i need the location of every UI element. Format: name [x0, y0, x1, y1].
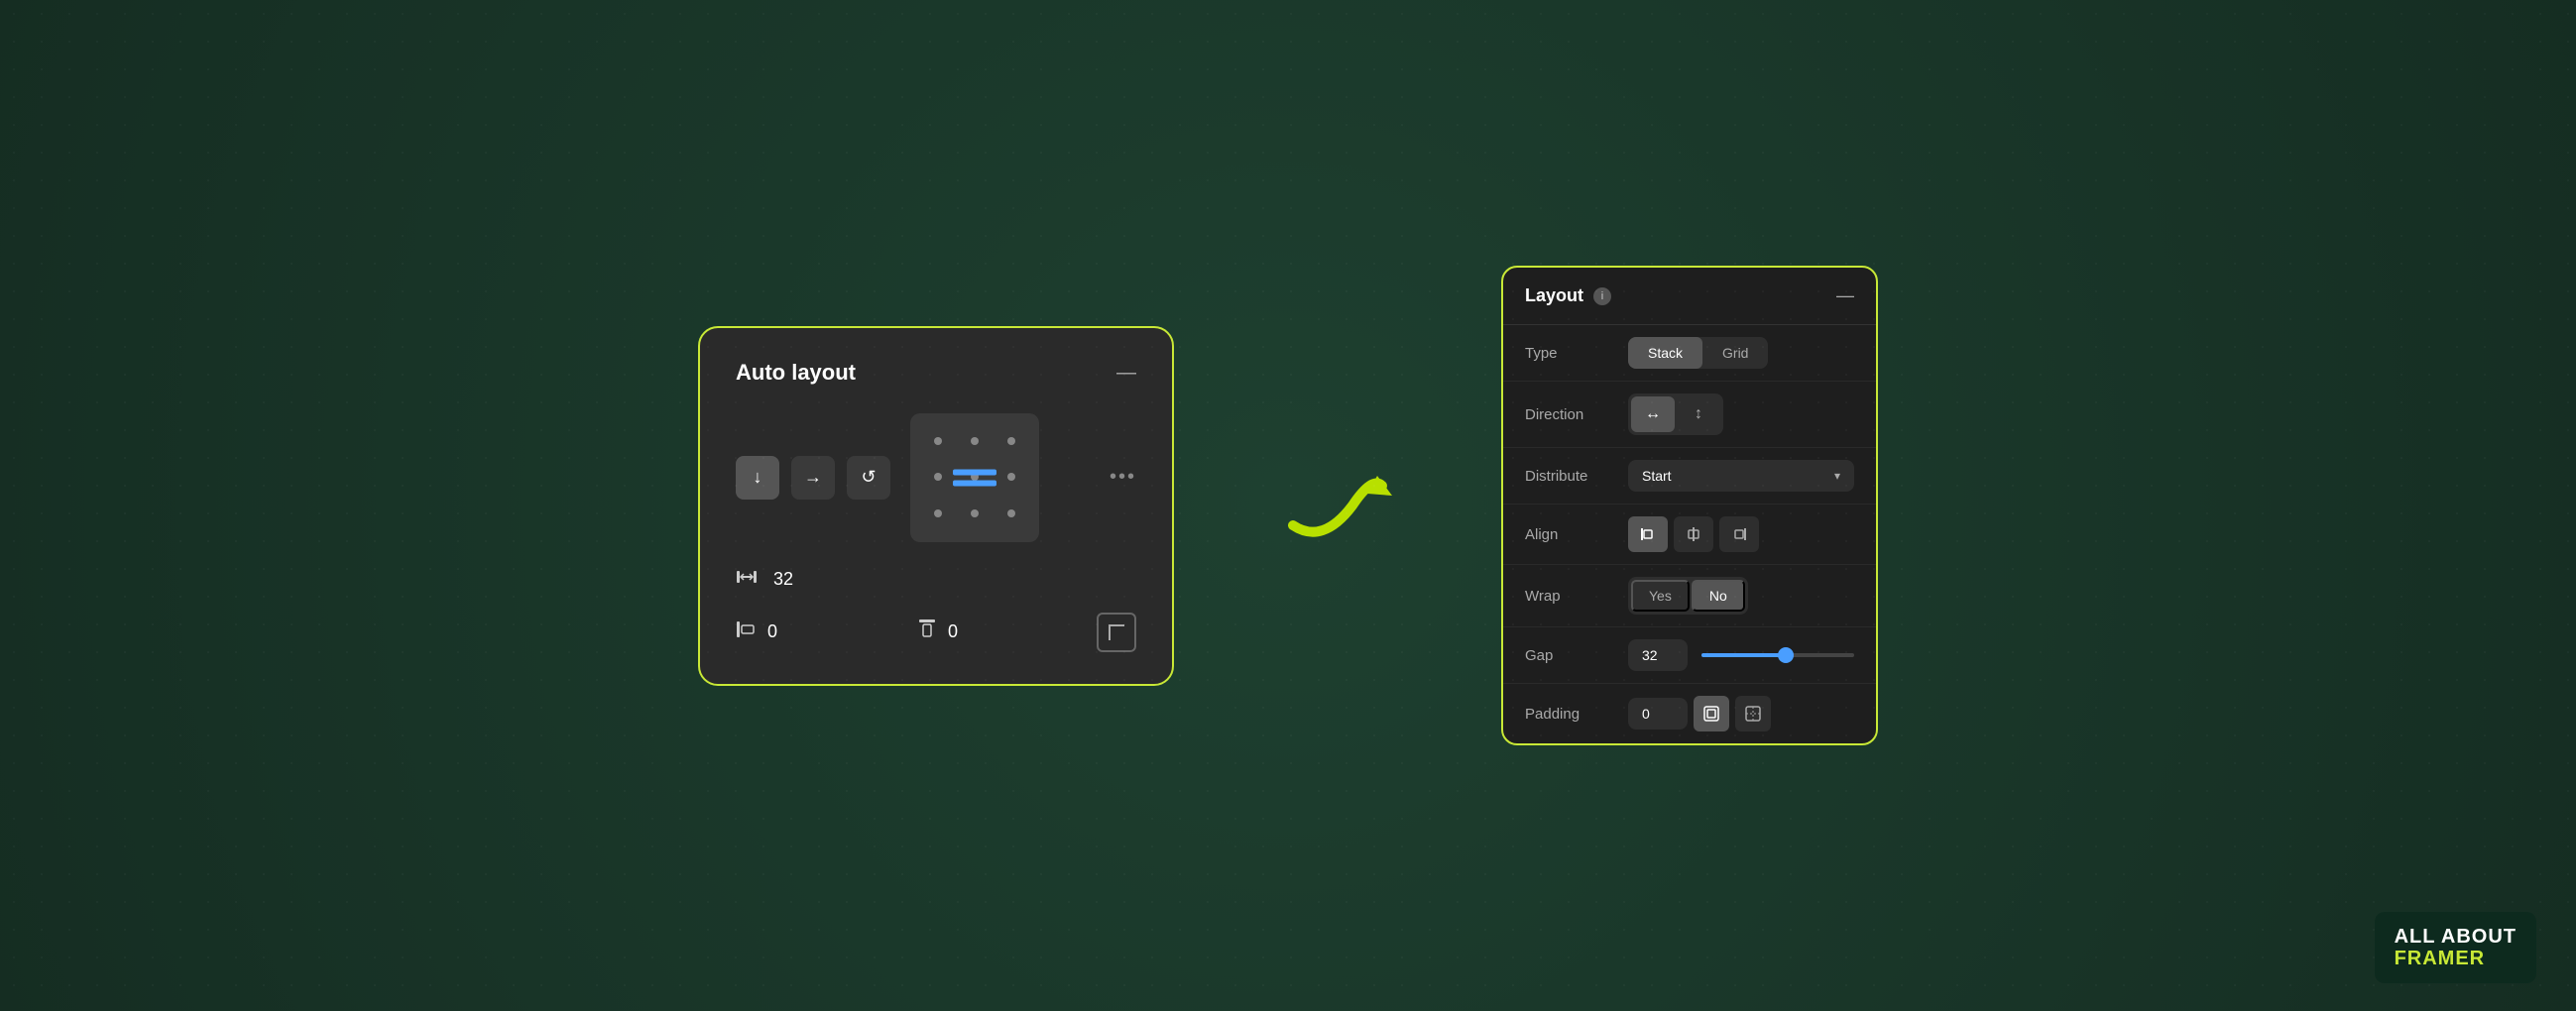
bottom-row: 0 0: [736, 613, 1136, 652]
padding-left-value[interactable]: 0: [767, 621, 777, 642]
align-left-button[interactable]: [1628, 516, 1668, 552]
padding-left-icon: [736, 618, 758, 645]
direction-down-button[interactable]: ↓: [736, 456, 779, 500]
align-dot-bl: [934, 509, 942, 517]
direction-panel-row: Direction ↔ ↕: [1503, 382, 1876, 448]
gap-icon: [736, 566, 758, 593]
align-dot-tc: [971, 437, 979, 445]
direction-controls: ↔ ↕: [1628, 393, 1854, 435]
chevron-down-icon: ▾: [1834, 469, 1840, 483]
type-controls: Stack Grid: [1628, 337, 1854, 369]
type-label: Type: [1525, 345, 1614, 362]
distribute-label: Distribute: [1525, 468, 1614, 485]
direction-wrap-button[interactable]: ↺: [847, 456, 890, 500]
align-dot-mr: [1007, 473, 1015, 481]
padding-uniform-button[interactable]: [1694, 696, 1729, 731]
wrap-yes-button[interactable]: Yes: [1631, 580, 1690, 612]
distribute-value: Start: [1642, 468, 1672, 484]
type-row: Type Stack Grid: [1503, 325, 1876, 382]
align-dot-br: [1007, 509, 1015, 517]
wrap-controls: Yes No: [1628, 577, 1854, 615]
arrow-container: [1273, 456, 1402, 555]
direction-right-button[interactable]: →: [791, 456, 835, 500]
panel-minimize-button[interactable]: —: [1836, 285, 1854, 306]
type-stack-button[interactable]: Stack: [1628, 337, 1702, 369]
gap-panel-label: Gap: [1525, 647, 1614, 664]
gap-input[interactable]: 32: [1628, 639, 1688, 671]
padding-label: Padding: [1525, 706, 1614, 723]
padding-row: Padding 0: [1503, 684, 1876, 743]
wrap-no-button[interactable]: No: [1692, 580, 1745, 612]
slider-fill: [1701, 653, 1786, 657]
padding-left-item: 0: [736, 618, 916, 645]
card-title: Auto layout: [736, 360, 856, 386]
wrap-label: Wrap: [1525, 588, 1614, 605]
panel-title-row: Layout i: [1525, 285, 1611, 306]
distribute-dropdown[interactable]: Start ▾: [1628, 460, 1854, 492]
align-center-indicator: [953, 469, 996, 486]
align-center-button[interactable]: [1674, 516, 1713, 552]
direction-arrow: [1273, 456, 1402, 555]
direction-row: ↓ → ↺ •••: [736, 413, 1136, 542]
more-options-button[interactable]: •••: [1110, 466, 1136, 489]
direction-vertical-button[interactable]: ↕: [1677, 396, 1720, 432]
minimize-button[interactable]: —: [1116, 363, 1136, 383]
align-row: Align: [1503, 505, 1876, 565]
align-controls: [1628, 516, 1854, 552]
padding-controls: 0: [1628, 696, 1854, 731]
gap-controls: 32: [1628, 639, 1854, 671]
main-container: Auto layout — ↓ → ↺: [698, 266, 1878, 745]
corner-radius-button[interactable]: [1097, 613, 1136, 652]
branding: ALL ABOUT FRAMER: [2375, 912, 2536, 983]
align-label: Align: [1525, 526, 1614, 543]
padding-top-value[interactable]: 0: [948, 621, 958, 642]
padding-individual-button[interactable]: [1735, 696, 1771, 731]
info-icon-button[interactable]: i: [1593, 287, 1611, 305]
direction-label: Direction: [1525, 406, 1614, 423]
card-header: Auto layout —: [736, 360, 1136, 386]
type-toggle-group: Stack Grid: [1628, 337, 1768, 369]
corner-inner-icon: [1109, 624, 1124, 640]
padding-input[interactable]: 0: [1628, 698, 1688, 730]
align-right-button[interactable]: [1719, 516, 1759, 552]
slider-thumb[interactable]: [1778, 647, 1794, 663]
align-dot-tl: [934, 437, 942, 445]
layout-panel: Layout i — Type Stack Grid Direction ↔ ↕: [1501, 266, 1878, 745]
gap-panel-row: Gap 32: [1503, 627, 1876, 684]
type-grid-button[interactable]: Grid: [1702, 337, 1768, 369]
panel-title: Layout: [1525, 285, 1583, 306]
distribute-row: Distribute Start ▾: [1503, 448, 1876, 505]
brand-line1: ALL ABOUT: [2395, 926, 2517, 948]
wrap-row: Wrap Yes No: [1503, 565, 1876, 627]
direction-toggle-group: ↔ ↕: [1628, 393, 1723, 435]
auto-layout-card: Auto layout — ↓ → ↺: [698, 326, 1174, 686]
gap-row: 32: [736, 566, 1136, 593]
gap-slider[interactable]: [1701, 645, 1854, 665]
distribute-controls: Start ▾: [1628, 460, 1854, 492]
align-bar-bottom: [953, 480, 996, 486]
brand-line2: FRAMER: [2395, 948, 2517, 969]
align-dot-tr: [1007, 437, 1015, 445]
padding-top-icon: [916, 618, 938, 645]
align-bar-top: [953, 469, 996, 475]
align-dot-bc: [971, 509, 979, 517]
wrap-toggle-group: Yes No: [1628, 577, 1748, 615]
direction-horizontal-button[interactable]: ↔: [1631, 396, 1675, 432]
padding-top-item: 0: [916, 618, 1097, 645]
align-dot-ml: [934, 473, 942, 481]
panel-header: Layout i —: [1503, 268, 1876, 325]
align-grid[interactable]: [910, 413, 1039, 542]
gap-value[interactable]: 32: [773, 569, 793, 590]
